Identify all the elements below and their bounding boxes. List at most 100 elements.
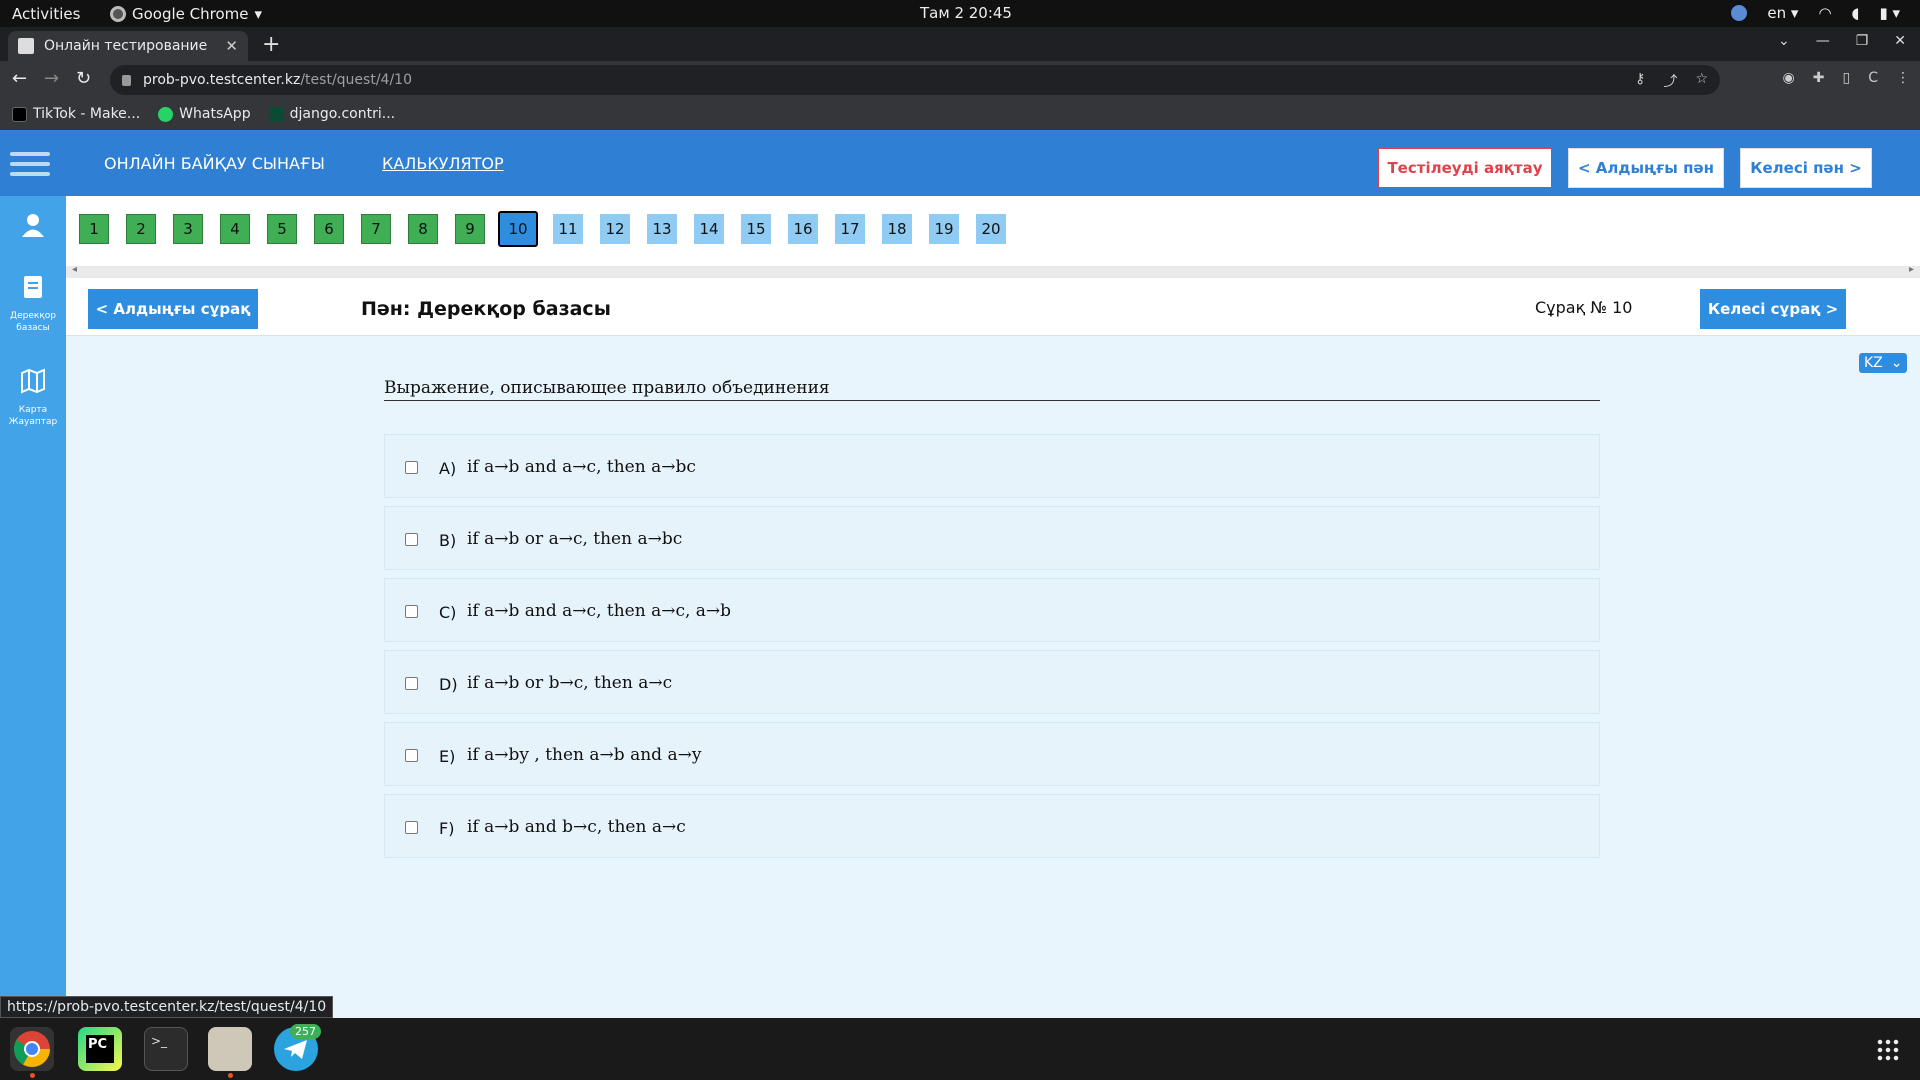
chevron-down-icon: ⌄ (1890, 355, 1903, 371)
answer-checkbox[interactable] (405, 749, 418, 762)
answer-option[interactable]: E) if a→by , then a→b and a→y (384, 722, 1600, 786)
show-apps-grid-icon[interactable] (1876, 1038, 1900, 1062)
horizontal-scrollbar[interactable]: ◂ ▸ (66, 264, 1920, 278)
url-path: /test/quest/4/10 (300, 72, 412, 88)
browser-toolbar: ← → ↻ prob-pvo.testcenter.kz/test/quest/… (0, 61, 1920, 98)
site-header: ОНЛАЙН БАЙҚАУ СЫНАҒЫ КАЛЬКУЛЯТОР Тестіле… (0, 130, 1920, 196)
files-dock-icon[interactable] (208, 1027, 252, 1071)
bookmark-django[interactable]: django.contri... (268, 106, 395, 122)
answer-option[interactable]: F) if a→b and b→c, then a→c (384, 794, 1600, 858)
answer-option[interactable]: D) if a→b or b→c, then a→c (384, 650, 1600, 714)
question-number-button[interactable]: 12 (600, 214, 630, 244)
answer-option[interactable]: A) if a→b and a→c, then a→bc (384, 434, 1600, 498)
question-number-button[interactable]: 16 (788, 214, 818, 244)
maximize-icon[interactable]: ❐ (1856, 33, 1869, 49)
side-panel-icon[interactable]: ▯ (1843, 70, 1851, 86)
question-number-button[interactable]: 10 (498, 211, 538, 247)
bookmark-whatsapp[interactable]: WhatsApp (158, 106, 251, 122)
chrome-dock-icon[interactable] (10, 1027, 54, 1071)
answer-letter: B) (439, 531, 457, 550)
lock-icon[interactable] (122, 74, 131, 86)
status-url-tooltip: https://prob-pvo.testcenter.kz/test/ques… (0, 996, 334, 1018)
pycharm-dock-icon[interactable]: PC (78, 1027, 122, 1071)
terminal-dock-icon[interactable]: >_ (144, 1027, 188, 1071)
extension-icon[interactable]: ◉ (1783, 70, 1795, 86)
telegram-unread-badge: 257 (290, 1024, 321, 1039)
question-number-button[interactable]: 11 (553, 214, 583, 244)
answer-option[interactable]: C) if a→b and a→c, then a→c, a→b (384, 578, 1600, 642)
chevron-down-icon: ▾ (254, 5, 263, 23)
question-number-button[interactable]: 13 (647, 214, 677, 244)
globe-icon (1731, 5, 1748, 21)
answer-option[interactable]: B) if a→b or a→c, then a→bc (384, 506, 1600, 570)
question-number-button[interactable]: 8 (408, 214, 438, 244)
question-number-button[interactable]: 6 (314, 214, 344, 244)
address-bar[interactable]: prob-pvo.testcenter.kz/test/quest/4/10 ⚷… (110, 65, 1720, 95)
answer-letter: E) (439, 747, 456, 766)
browser-tab[interactable]: Онлайн тестирование ✕ (8, 31, 248, 61)
system-tray[interactable]: en ▾ ◠ ◖ ▮ ▾ (1731, 4, 1900, 22)
answer-checkbox[interactable] (405, 533, 418, 546)
sidebar-item-profile[interactable] (0, 212, 66, 248)
question-number-button[interactable]: 17 (835, 214, 865, 244)
share-icon[interactable]: ⤴ (1663, 71, 1677, 91)
question-number-button[interactable]: 3 (173, 214, 203, 244)
question-number-button[interactable]: 15 (741, 214, 771, 244)
site-title[interactable]: ОНЛАЙН БАЙҚАУ СЫНАҒЫ (104, 154, 325, 173)
question-number-button[interactable]: 7 (361, 214, 391, 244)
close-tab-icon[interactable]: ✕ (225, 37, 238, 55)
language-select[interactable]: KZ ⌄ (1859, 353, 1907, 373)
running-indicator (30, 1073, 35, 1078)
scroll-left-icon[interactable]: ◂ (72, 264, 77, 275)
answer-checkbox[interactable] (405, 677, 418, 690)
window-controls: ⌄ — ❐ ✕ (1778, 33, 1906, 49)
star-icon[interactable]: ☆ (1695, 71, 1708, 91)
next-question-button[interactable]: Келесі сұрақ > (1700, 289, 1846, 329)
finish-test-button[interactable]: Тестілеуді аяқтау (1378, 148, 1552, 188)
hamburger-menu-icon[interactable] (10, 152, 50, 176)
activities-button[interactable]: Activities (12, 5, 80, 23)
profile-avatar[interactable]: C (1868, 70, 1878, 86)
back-icon[interactable]: ← (12, 68, 27, 89)
question-number-button[interactable]: 4 (220, 214, 250, 244)
question-number-button[interactable]: 2 (126, 214, 156, 244)
question-number-button[interactable]: 20 (976, 214, 1006, 244)
calculator-link[interactable]: КАЛЬКУЛЯТОР (382, 154, 504, 173)
question-number-button[interactable]: 18 (882, 214, 912, 244)
previous-subject-button[interactable]: < Алдыңғы пән (1568, 148, 1724, 188)
answer-text: if a→b and b→c, then a→c (467, 817, 686, 837)
question-number-button[interactable]: 14 (694, 214, 724, 244)
answer-letter: C) (439, 603, 457, 622)
app-menu[interactable]: Google Chrome ▾ (110, 5, 262, 23)
next-subject-button[interactable]: Келесі пән > (1740, 148, 1872, 188)
answer-checkbox[interactable] (405, 821, 418, 834)
volume-icon: ◖ (1851, 4, 1860, 22)
scroll-right-icon[interactable]: ▸ (1909, 264, 1914, 275)
sidebar-item-answer-map[interactable]: Карта Жауаптар (0, 368, 66, 428)
reload-icon[interactable]: ↻ (76, 68, 91, 89)
answer-checkbox[interactable] (405, 605, 418, 618)
clock[interactable]: Там 2 20:45 (920, 4, 1012, 22)
new-tab-icon[interactable]: + (262, 32, 280, 57)
tab-title: Онлайн тестирование (44, 38, 208, 54)
sidebar-item-database[interactable]: Дерекқор базасы (0, 274, 66, 334)
keyboard-layout[interactable]: en ▾ (1767, 4, 1798, 22)
previous-question-button[interactable]: < Алдыңғы сұрақ (88, 289, 258, 329)
answer-text: if a→b or a→c, then a→bc (467, 529, 683, 549)
forward-icon[interactable]: → (44, 68, 59, 89)
answer-letter: F) (439, 819, 455, 838)
close-window-icon[interactable]: ✕ (1894, 33, 1906, 49)
question-number-button[interactable]: 9 (455, 214, 485, 244)
tab-search-icon[interactable]: ⌄ (1778, 33, 1790, 49)
wifi-icon: ◠ (1818, 4, 1832, 22)
question-number-button[interactable]: 1 (79, 214, 109, 244)
chrome-icon (110, 6, 126, 22)
key-icon[interactable]: ⚷ (1635, 71, 1645, 91)
answer-checkbox[interactable] (405, 461, 418, 474)
question-number-button[interactable]: 19 (929, 214, 959, 244)
menu-dots-icon[interactable]: ⋮ (1896, 70, 1910, 86)
question-number-button[interactable]: 5 (267, 214, 297, 244)
bookmark-tiktok[interactable]: TikTok - Make... (12, 106, 140, 122)
puzzle-icon[interactable]: ✚ (1813, 70, 1825, 86)
minimize-icon[interactable]: — (1816, 33, 1830, 49)
